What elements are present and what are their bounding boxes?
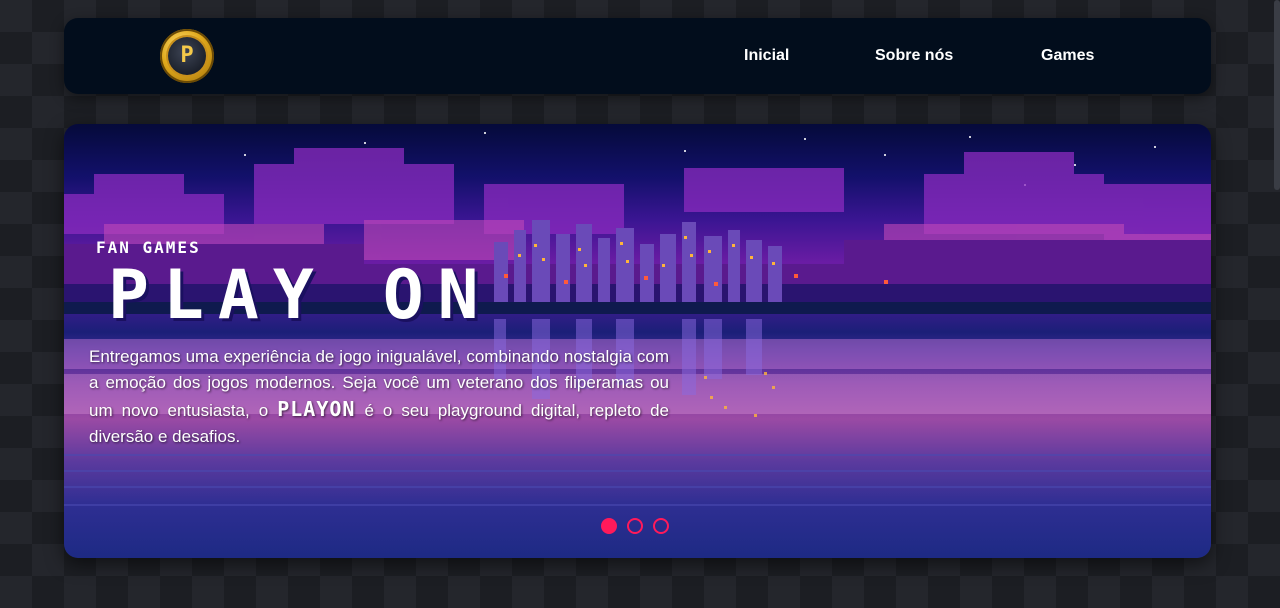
carousel-dot-1[interactable] (601, 518, 617, 534)
nav-link-games[interactable]: Games (1041, 47, 1094, 65)
pixel-city-background (64, 132, 1211, 506)
hero-carousel: FAN GAMES PLAY ON Entregamos uma experiê… (64, 124, 1211, 558)
hero-desc-brand: PLAYON (277, 397, 356, 421)
page-scrollbar[interactable] (1274, 0, 1280, 190)
playon-logo-icon[interactable]: P (160, 29, 214, 83)
carousel-dots (601, 518, 679, 534)
hero-description: Entregamos uma experiência de jogo inigu… (89, 344, 669, 450)
hero-title: PLAY ON (108, 256, 493, 335)
carousel-dot-3[interactable] (653, 518, 669, 534)
logo-letter: P (180, 43, 194, 68)
nav-link-sobre-nos[interactable]: Sobre nós (875, 47, 953, 65)
carousel-dot-2[interactable] (627, 518, 643, 534)
hero-eyebrow: FAN GAMES (96, 238, 201, 257)
logo-coin-center: P (168, 37, 206, 75)
top-navbar: P Inicial Sobre nós Games (64, 18, 1211, 94)
nav-link-inicial[interactable]: Inicial (744, 47, 789, 65)
